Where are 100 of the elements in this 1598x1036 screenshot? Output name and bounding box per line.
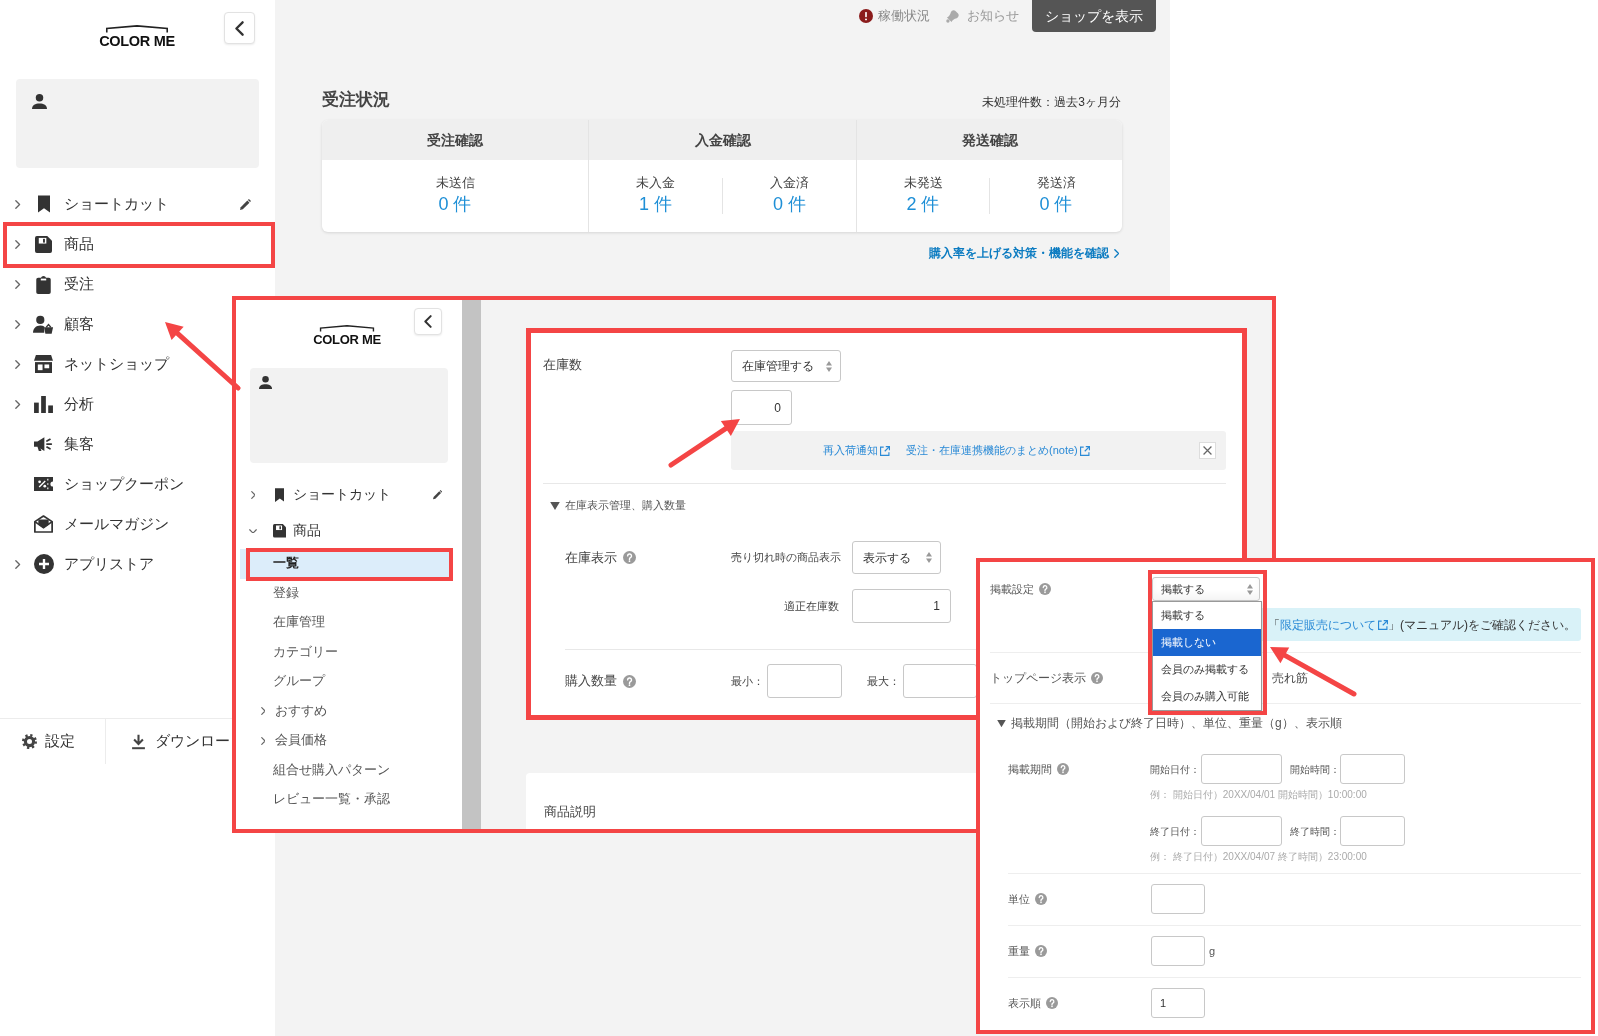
field-label: 最小：: [731, 673, 764, 689]
bookmark-icon: [37, 195, 50, 213]
stat-count[interactable]: 0 件: [1039, 192, 1073, 216]
nav-item[interactable]: 顧客: [0, 304, 102, 344]
nav-subitem[interactable]: おすすめ: [240, 696, 451, 726]
min-quantity-input[interactable]: [767, 664, 842, 698]
nav-subitem[interactable]: 登録: [240, 578, 451, 608]
settings-link[interactable]: 設定: [0, 719, 105, 764]
nav-item[interactable]: ショートカット: [0, 184, 177, 224]
nav-item[interactable]: メールマガジン: [0, 504, 177, 544]
quantity-input[interactable]: 0: [731, 390, 792, 425]
max-quantity-input[interactable]: [903, 664, 977, 698]
nav-item[interactable]: 集客: [0, 424, 102, 464]
nav-item[interactable]: アプリストア: [0, 544, 162, 584]
soldout-display-select[interactable]: 表示する: [852, 541, 941, 574]
nav-item[interactable]: ショートカット: [236, 477, 397, 513]
nav-subitem[interactable]: レビュー一覧・承認: [240, 785, 451, 815]
field-label: 単位: [1008, 891, 1030, 907]
stat-label: 未送信: [435, 174, 475, 192]
field-label: 在庫数: [543, 356, 583, 374]
logo: COLOR ME: [101, 25, 173, 49]
plus-circle-icon: [33, 554, 54, 574]
unit-input[interactable]: [1151, 884, 1205, 914]
help-icon: [1035, 893, 1047, 905]
field-label: 開始時間：: [1290, 762, 1340, 777]
nav-subitem[interactable]: 会員価格: [240, 726, 451, 756]
scrollbar[interactable]: [462, 300, 481, 829]
stat-count[interactable]: 2 件: [906, 192, 940, 216]
person-icon: [259, 376, 273, 390]
view-shop-button[interactable]: ショップを表示: [1032, 0, 1156, 32]
dropdown-option[interactable]: 掲載する: [1153, 602, 1261, 629]
nav-subitem[interactable]: 在庫管理: [240, 608, 451, 638]
dropdown-option[interactable]: 掲載しない: [1153, 629, 1261, 656]
group-header: 受注確認: [322, 120, 588, 160]
field-label: 表示順: [1008, 995, 1041, 1011]
section-toggle[interactable]: 掲載期間（開始および終了日時）、単位、重量（g）、表示順: [997, 716, 1342, 731]
stat-label: 未入金: [636, 174, 675, 192]
help-icon: [1057, 763, 1069, 775]
collapse-button[interactable]: [414, 308, 442, 335]
megaphone-icon: [34, 436, 53, 452]
nav-item[interactable]: 商品: [236, 513, 327, 549]
logo: COLOR ME: [315, 325, 379, 347]
close-button[interactable]: [1199, 442, 1216, 459]
external-link-icon: [1079, 445, 1090, 456]
pencil-icon[interactable]: [240, 198, 251, 210]
field-label: 売り切れ時の商品表示: [731, 550, 839, 566]
nav-item[interactable]: ネットショップ: [0, 344, 177, 384]
nav-subitem[interactable]: 組合せ購入パターン: [240, 755, 451, 785]
field-label: 商品説明: [544, 804, 596, 819]
improvement-link[interactable]: 購入率を上げる対策・機能を確認: [928, 244, 1119, 262]
notice-link[interactable]: 受注・在庫連携機能のまとめ(note): [906, 442, 1090, 459]
weight-input[interactable]: [1151, 936, 1205, 966]
person-icon: [32, 94, 47, 109]
date-input[interactable]: [1201, 754, 1282, 784]
help-icon: [1035, 945, 1047, 957]
stat-label: 発送済: [1036, 174, 1076, 192]
field-label: 重量: [1008, 943, 1030, 959]
select-caret-icon: [926, 552, 932, 563]
help-icon: [1046, 997, 1058, 1009]
option-label: 売れ筋: [1272, 670, 1308, 687]
stat-count[interactable]: 1 件: [639, 192, 672, 216]
nav-subitem[interactable]: グループ: [240, 667, 451, 697]
user-basket-icon: [33, 314, 54, 334]
store-icon: [34, 355, 53, 373]
dropdown-option[interactable]: 会員のみ掲載する: [1153, 656, 1261, 683]
nav-item[interactable]: 商品: [0, 224, 102, 264]
nav-subitem[interactable]: カテゴリー: [240, 637, 451, 667]
listing-select[interactable]: 掲載する: [1152, 577, 1260, 601]
pending-count-note: 未処理件数：過去3ヶ月分: [982, 94, 1121, 110]
collapse-button[interactable]: [224, 12, 255, 44]
bar-chart-icon: [34, 395, 53, 413]
download-icon: [132, 733, 145, 750]
nav-item[interactable]: 受注: [0, 264, 102, 304]
nav-item[interactable]: ショップクーポン: [0, 464, 192, 504]
download-link[interactable]: ダウンロー: [106, 719, 230, 764]
pencil-icon[interactable]: [432, 490, 442, 500]
stat-count[interactable]: 0 件: [773, 192, 806, 216]
field-label: トップページ表示: [990, 670, 1086, 687]
dropdown-option[interactable]: 会員のみ購入可能: [1153, 683, 1261, 710]
chevron-left-icon: [235, 20, 244, 36]
time-input[interactable]: [1340, 754, 1405, 784]
proper-stock-input[interactable]: 1: [852, 589, 951, 623]
display-order-input[interactable]: 1: [1151, 988, 1205, 1018]
group-header: 入金確認: [589, 120, 856, 160]
date-input[interactable]: [1201, 816, 1282, 846]
envelope-icon: [34, 515, 53, 533]
nav-item[interactable]: 分析: [0, 384, 102, 424]
select-caret-icon: [826, 360, 832, 372]
section-toggle[interactable]: 在庫表示管理、購入数量: [550, 498, 686, 513]
bell-icon: [945, 8, 960, 24]
help-icon: [1039, 583, 1051, 595]
stock-mode-select[interactable]: 在庫管理する: [731, 350, 841, 382]
field-label: 開始日付：: [1150, 762, 1201, 777]
time-input[interactable]: [1340, 816, 1405, 846]
stat-label: 未発送: [903, 174, 943, 192]
unit-label: g: [1209, 943, 1216, 959]
field-label: 最大：: [867, 673, 900, 689]
hint-text: 例： 開始日付）20XX/04/01 開始時間）10:00:00: [1150, 788, 1368, 802]
stat-count[interactable]: 0 件: [438, 192, 472, 216]
chevron-right-icon: [1113, 248, 1119, 258]
